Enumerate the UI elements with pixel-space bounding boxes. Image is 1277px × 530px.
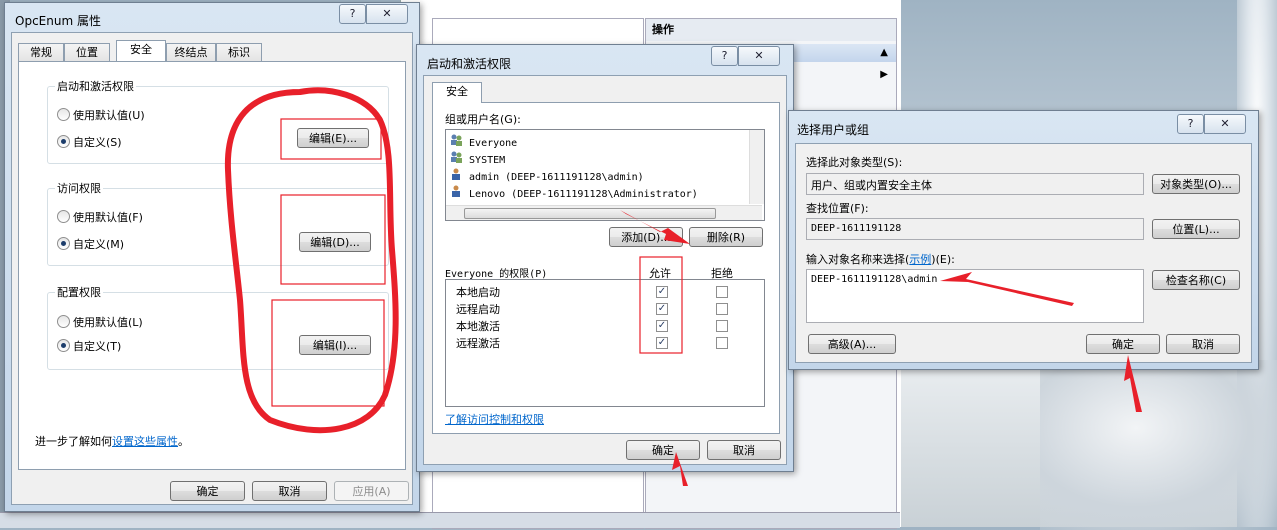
highlight-box [280,194,386,285]
highlight-box [280,118,382,160]
arrow-input [940,272,1074,306]
arrow-ok-select [1124,355,1142,412]
red-annotation-overlay [224,87,1142,486]
highlight-box [639,256,683,354]
arrow-ok-launch [672,452,688,486]
highlight-box [271,299,385,407]
tab-security[interactable]: 安全 [432,82,482,103]
tab-security[interactable]: 安全 [116,40,166,61]
arrow-add [620,210,690,244]
red-loop-scribble [224,87,399,434]
